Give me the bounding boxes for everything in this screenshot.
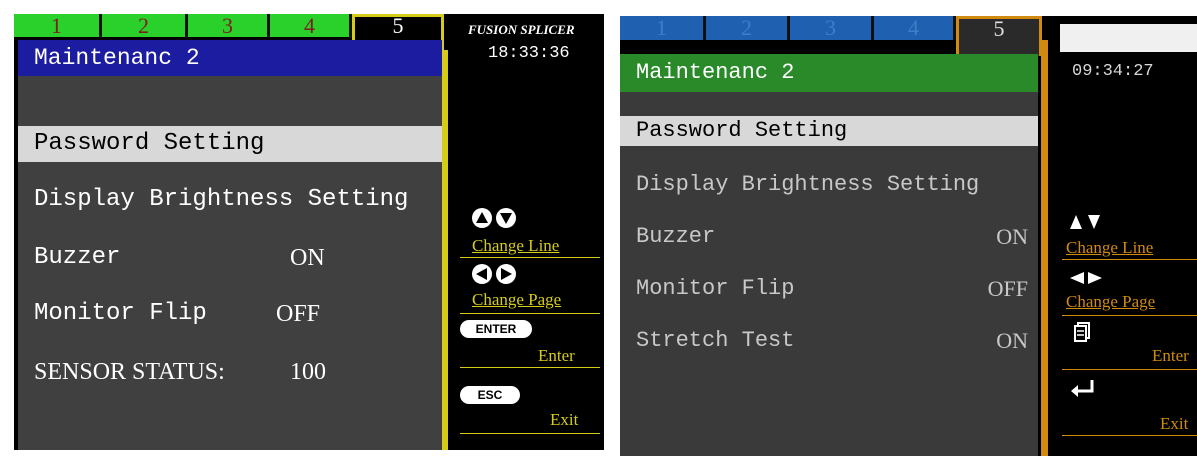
right-hint-enter: Enter xyxy=(1152,346,1189,365)
left-menu-item-monitor-flip[interactable]: Monitor Flip OFF xyxy=(18,296,442,332)
right-tab-5-label: 5 xyxy=(993,16,1005,41)
left-buzzer-value: ON xyxy=(290,245,325,271)
right-arrow-icon[interactable] xyxy=(496,264,516,284)
right-menu-item-monitor-flip[interactable]: Monitor Flip OFF xyxy=(620,274,1038,304)
left-hint-panel xyxy=(454,14,604,450)
right-menu-label: Display Brightness Setting xyxy=(636,172,980,197)
left-menu-label: Display Brightness Setting xyxy=(34,186,409,213)
left-hint-divider xyxy=(460,433,600,434)
enter-key-icon[interactable]: ENTER xyxy=(460,320,532,338)
left-sensor-status-value: 100 xyxy=(290,359,326,385)
left-screen: 1 2 3 4 5 Maintenanc 2 Password Setting … xyxy=(14,14,604,450)
right-menu-label: Buzzer xyxy=(636,224,716,249)
left-monitor-flip-value: OFF xyxy=(276,301,321,327)
right-tab-4[interactable]: 4 xyxy=(874,16,956,40)
esc-key-icon[interactable]: ESC xyxy=(460,386,520,404)
right-screen: 1 2 3 4 5 Maintenanc 2 Password Setting … xyxy=(620,16,1197,456)
left-page-title: Maintenanc 2 xyxy=(18,40,442,76)
left-hint-divider xyxy=(460,313,600,314)
left-tab-2[interactable]: 2 xyxy=(102,14,188,37)
right-tab-3[interactable]: 3 xyxy=(790,16,874,40)
right-hint-change-page: Change Page xyxy=(1066,292,1156,311)
left-hint-divider xyxy=(460,257,600,258)
left-menu-label: Monitor Flip xyxy=(34,300,207,327)
right-menu-label: Password Setting xyxy=(636,118,848,143)
left-menu-label: SENSOR STATUS: xyxy=(34,359,225,385)
left-tab-4[interactable]: 4 xyxy=(270,14,352,37)
left-hint-change-line: Change Line xyxy=(472,236,560,255)
left-tab-3[interactable]: 3 xyxy=(188,14,270,37)
left-hint-exit: Exit xyxy=(550,410,579,429)
right-menu-label: Monitor Flip xyxy=(636,276,795,301)
right-menu-item-password-setting[interactable]: Password Setting xyxy=(620,116,1038,146)
left-menu-item-password-setting[interactable]: Password Setting xyxy=(18,126,442,162)
right-hint-change-line: Change Line xyxy=(1066,238,1154,257)
left-clock: 18:33:36 xyxy=(488,44,570,63)
right-stretch-test-value: ON xyxy=(996,328,1028,353)
right-menu-label: Stretch Test xyxy=(636,328,795,353)
down-arrow-icon[interactable] xyxy=(496,208,516,228)
right-hint-exit: Exit xyxy=(1160,414,1189,433)
right-divider xyxy=(1041,40,1048,456)
left-right-arrows-icon[interactable] xyxy=(1070,270,1110,286)
right-hint-divider xyxy=(1062,435,1197,436)
up-arrow-icon[interactable] xyxy=(472,208,492,228)
left-brand-label: FUSION SPLICER xyxy=(468,22,575,37)
right-hint-divider xyxy=(1062,369,1197,370)
right-menu-item-display-brightness[interactable]: Display Brightness Setting xyxy=(620,170,1038,200)
left-menu-item-sensor-status: SENSOR STATUS: 100 xyxy=(18,354,442,390)
left-menu-item-buzzer[interactable]: Buzzer ON xyxy=(18,240,442,276)
right-hint-divider xyxy=(1062,315,1197,316)
left-arrow-icon[interactable] xyxy=(472,264,492,284)
right-hint-divider xyxy=(1062,259,1197,260)
right-menu-item-stretch-test[interactable]: Stretch Test ON xyxy=(620,326,1038,356)
right-menu-item-buzzer[interactable]: Buzzer ON xyxy=(620,222,1038,252)
up-down-arrows-icon[interactable] xyxy=(1070,214,1110,230)
right-monitor-flip-value: OFF xyxy=(987,276,1028,301)
right-tab-1[interactable]: 1 xyxy=(620,16,706,40)
left-tab-1[interactable]: 1 xyxy=(14,14,102,37)
left-hint-enter: Enter xyxy=(538,346,575,365)
left-menu-item-display-brightness[interactable]: Display Brightness Setting xyxy=(18,182,442,218)
left-divider xyxy=(442,50,448,450)
left-hint-divider xyxy=(460,367,600,368)
right-side-header xyxy=(1060,24,1197,52)
left-tab-5-label: 5 xyxy=(392,13,404,38)
left-hint-change-page: Change Page xyxy=(472,290,562,309)
left-menu-label: Password Setting xyxy=(34,130,265,157)
right-tab-2[interactable]: 2 xyxy=(706,16,790,40)
right-buzzer-value: ON xyxy=(996,224,1028,249)
return-arrow-icon[interactable] xyxy=(1070,378,1096,398)
right-clock: 09:34:27 xyxy=(1072,62,1154,81)
right-page-title: Maintenanc 2 xyxy=(620,54,1038,92)
document-icon[interactable] xyxy=(1074,322,1090,342)
left-menu-label: Buzzer xyxy=(34,244,121,271)
